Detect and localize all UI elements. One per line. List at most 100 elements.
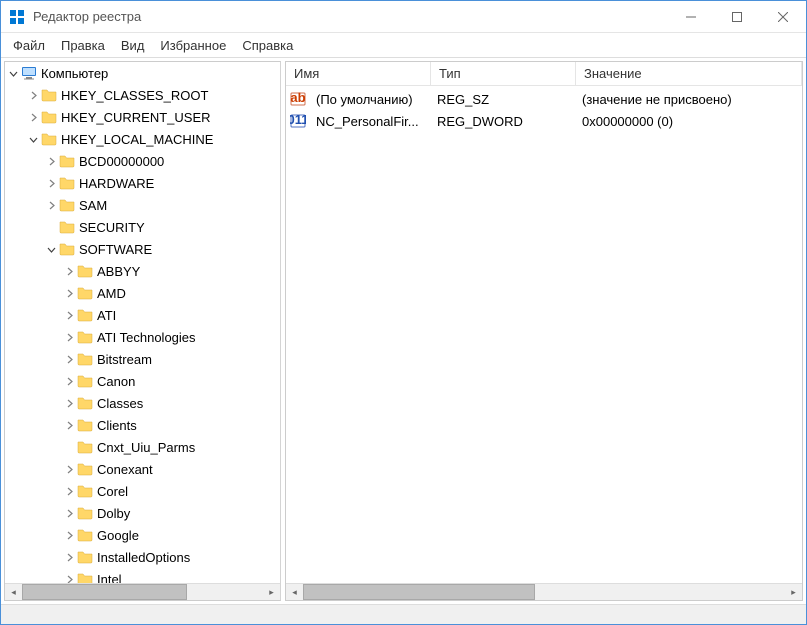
tree-item[interactable]: ABBYY [5, 260, 280, 282]
expand-icon[interactable] [45, 177, 57, 189]
tree-item-label: Classes [97, 396, 143, 411]
tree-item-label: ATI [97, 308, 116, 323]
tree-item[interactable]: BCD00000000 [5, 150, 280, 172]
folder-icon [59, 241, 75, 257]
folder-icon [77, 549, 93, 565]
list-horizontal-scrollbar[interactable]: ◂ ▸ [286, 583, 802, 600]
tree-item[interactable]: Intel [5, 568, 280, 583]
folder-icon [59, 175, 75, 191]
folder-icon [59, 197, 75, 213]
tree-item[interactable]: Cnxt_Uiu_Parms [5, 436, 280, 458]
tree-item[interactable]: Corel [5, 480, 280, 502]
folder-icon [59, 219, 75, 235]
column-type[interactable]: Тип [431, 62, 576, 85]
tree-horizontal-scrollbar[interactable]: ◂ ▸ [5, 583, 280, 600]
expand-icon[interactable] [27, 111, 39, 123]
tree-item[interactable]: InstalledOptions [5, 546, 280, 568]
tree-item[interactable]: SOFTWARE [5, 238, 280, 260]
tree-item[interactable]: Conexant [5, 458, 280, 480]
tree-item[interactable]: HKEY_CURRENT_USER [5, 106, 280, 128]
expand-icon[interactable] [27, 89, 39, 101]
menu-file[interactable]: Файл [5, 35, 53, 56]
value-name: NC_PersonalFir... [310, 114, 431, 129]
menu-help[interactable]: Справка [234, 35, 301, 56]
tree-root[interactable]: Компьютер [5, 62, 280, 84]
collapse-icon[interactable] [7, 67, 19, 79]
collapse-icon[interactable] [27, 133, 39, 145]
folder-icon [77, 329, 93, 345]
list-view[interactable]: ab(По умолчанию)REG_SZ(значение не присв… [286, 86, 802, 134]
tree-item-label: AMD [97, 286, 126, 301]
folder-icon [77, 483, 93, 499]
close-button[interactable] [760, 1, 806, 33]
menu-fav[interactable]: Избранное [152, 35, 234, 56]
collapse-icon[interactable] [45, 243, 57, 255]
folder-icon [77, 351, 93, 367]
tree-item[interactable]: AMD [5, 282, 280, 304]
regedit-icon [9, 9, 25, 25]
tree-item-label: Clients [97, 418, 137, 433]
folder-icon [77, 439, 93, 455]
tree-item[interactable]: HKEY_CLASSES_ROOT [5, 84, 280, 106]
expand-icon[interactable] [63, 507, 75, 519]
tree-item[interactable]: Google [5, 524, 280, 546]
tree-item-label: Bitstream [97, 352, 152, 367]
folder-icon [77, 395, 93, 411]
expand-icon[interactable] [63, 463, 75, 475]
menubar: Файл Правка Вид Избранное Справка [1, 33, 806, 57]
tree-item-label: SOFTWARE [79, 242, 152, 257]
tree-item[interactable]: ATI [5, 304, 280, 326]
tree-item[interactable]: HKEY_LOCAL_MACHINE [5, 128, 280, 150]
tree-item[interactable]: Clients [5, 414, 280, 436]
content-area: Компьютер HKEY_CLASSES_ROOTHKEY_CURRENT_U… [1, 57, 806, 604]
tree-item[interactable]: HARDWARE [5, 172, 280, 194]
titlebar: Редактор реестра [1, 1, 806, 33]
window-title: Редактор реестра [33, 9, 668, 24]
value-name: (По умолчанию) [310, 92, 431, 107]
expand-icon[interactable] [63, 353, 75, 365]
tree-item-label: HARDWARE [79, 176, 154, 191]
svg-text:011: 011 [290, 113, 306, 127]
expand-icon[interactable] [45, 199, 57, 211]
expand-icon[interactable] [63, 287, 75, 299]
expand-icon[interactable] [63, 551, 75, 563]
expand-icon[interactable] [63, 375, 75, 387]
expand-icon[interactable] [63, 265, 75, 277]
expand-icon[interactable] [63, 397, 75, 409]
column-name[interactable]: Имя [286, 62, 431, 85]
expand-icon[interactable] [63, 485, 75, 497]
list-header: Имя Тип Значение [286, 62, 802, 86]
list-row[interactable]: 011NC_PersonalFir...REG_DWORD0x00000000 … [286, 110, 802, 132]
maximize-button[interactable] [714, 1, 760, 33]
folder-icon [77, 373, 93, 389]
expand-icon[interactable] [63, 419, 75, 431]
menu-edit[interactable]: Правка [53, 35, 113, 56]
tree-item[interactable]: SECURITY [5, 216, 280, 238]
expand-icon[interactable] [45, 155, 57, 167]
expand-icon[interactable] [63, 309, 75, 321]
tree-item[interactable]: SAM [5, 194, 280, 216]
tree-item-label: Cnxt_Uiu_Parms [97, 440, 195, 455]
column-value[interactable]: Значение [576, 62, 802, 85]
folder-icon [77, 527, 93, 543]
dword-value-icon: 011 [290, 113, 306, 129]
tree-item[interactable]: Canon [5, 370, 280, 392]
tree-item-label: Intel [97, 572, 122, 584]
tree-item[interactable]: ATI Technologies [5, 326, 280, 348]
list-row[interactable]: ab(По умолчанию)REG_SZ(значение не присв… [286, 88, 802, 110]
tree-view[interactable]: Компьютер HKEY_CLASSES_ROOTHKEY_CURRENT_U… [5, 62, 280, 583]
folder-icon [77, 263, 93, 279]
expand-icon[interactable] [63, 573, 75, 583]
tree-item[interactable]: Classes [5, 392, 280, 414]
folder-icon [77, 285, 93, 301]
menu-view[interactable]: Вид [113, 35, 153, 56]
tree-item[interactable]: Bitstream [5, 348, 280, 370]
tree-item-label: ATI Technologies [97, 330, 196, 345]
minimize-button[interactable] [668, 1, 714, 33]
folder-icon [77, 417, 93, 433]
expand-icon[interactable] [63, 529, 75, 541]
tree-item[interactable]: Dolby [5, 502, 280, 524]
window-controls [668, 1, 806, 33]
expand-icon[interactable] [63, 331, 75, 343]
tree-root-label: Компьютер [41, 66, 108, 81]
